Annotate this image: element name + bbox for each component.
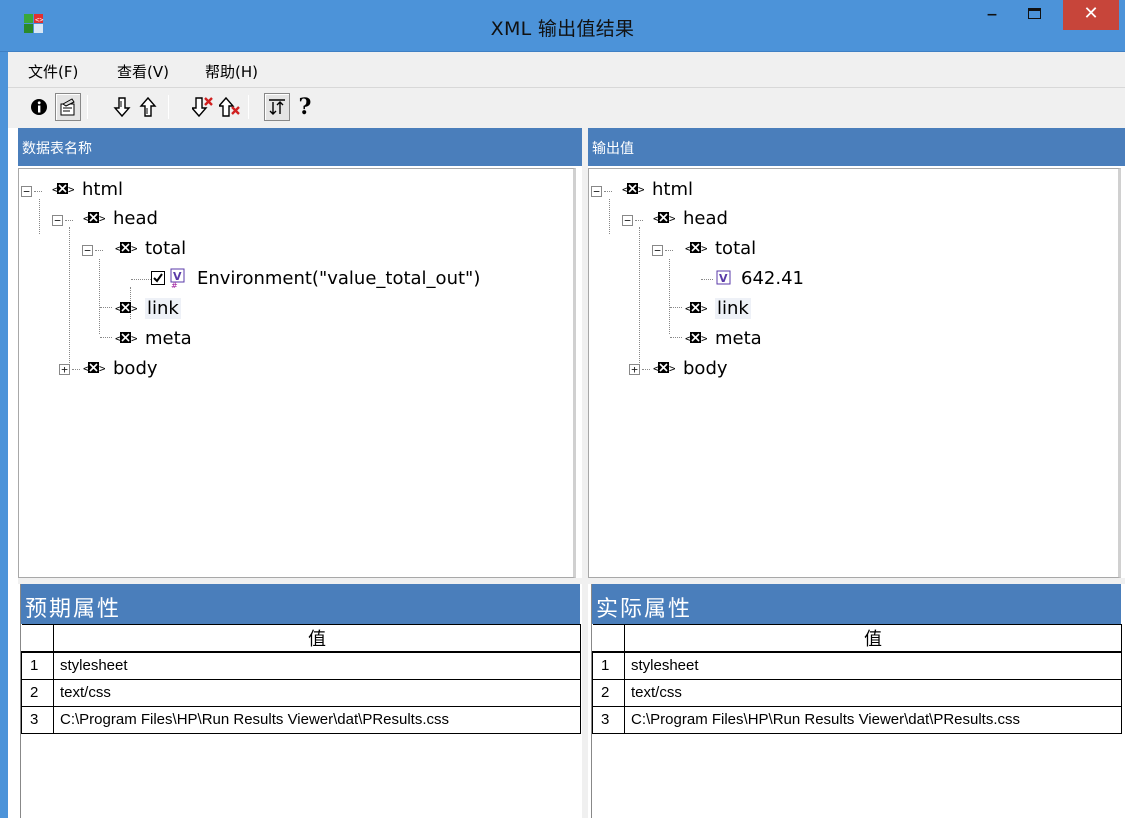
minimize-button[interactable]: – bbox=[975, 4, 1009, 30]
column-header-value[interactable]: 值 bbox=[624, 624, 1122, 653]
left-panel-header: 数据表名称 bbox=[18, 128, 582, 166]
right-tree-panel: 输出值 − < > html − < > head − < > total V 642… bbox=[588, 128, 1125, 578]
table-row[interactable]: 2 text/css bbox=[592, 678, 1122, 707]
title-bar: <> XML 输出值结果 – ✕ bbox=[0, 0, 1125, 52]
collapse-head[interactable]: − bbox=[52, 215, 63, 226]
left-tree-panel: 数据表名称 − <> html − <> head − <> total bbox=[18, 128, 582, 578]
xml-element-icon: < > bbox=[83, 212, 105, 225]
close-button[interactable]: ✕ bbox=[1063, 0, 1119, 30]
expected-properties-table[interactable]: 值 1 stylesheet 2 text/css 3 C:\Program F… bbox=[21, 624, 581, 734]
xml-element-icon: < > bbox=[685, 242, 707, 255]
right-panel-header: 输出值 bbox=[588, 128, 1125, 166]
actual-properties-panel: 实际属性 值 1 stylesheet 2 text/css 3 C:\Prog… bbox=[591, 584, 1122, 818]
help-glyph: ? bbox=[298, 94, 312, 120]
table-row[interactable]: 3 C:\Program Files\HP\Run Results Viewer… bbox=[592, 705, 1122, 734]
expected-properties-panel: 预期属性 值 1 stylesheet 2 text/css 3 C:\Prog… bbox=[20, 584, 581, 818]
svg-text:>: > bbox=[131, 242, 137, 255]
left-tree[interactable]: − < > html − < > head − < > total V # Enviro… bbox=[18, 168, 576, 578]
xml-element-icon: < > bbox=[653, 362, 675, 375]
xml-element-icon: < > bbox=[622, 183, 644, 196]
svg-text:>: > bbox=[99, 362, 105, 375]
menu-help[interactable]: 帮助(H) bbox=[205, 61, 258, 82]
table-row[interactable]: 2 text/css bbox=[21, 678, 581, 707]
collapse-html[interactable]: − bbox=[21, 186, 32, 197]
actual-properties-header: 实际属性 bbox=[592, 584, 1121, 624]
table-row[interactable]: 3 C:\Program Files\HP\Run Results Viewer… bbox=[21, 705, 581, 734]
xml-element-icon: < > bbox=[83, 362, 105, 375]
next-up-icon[interactable] bbox=[135, 93, 161, 121]
checkbox[interactable] bbox=[151, 271, 165, 285]
svg-text:>: > bbox=[131, 332, 137, 345]
svg-text:>: > bbox=[669, 212, 675, 225]
tree-node-head[interactable]: < > head bbox=[83, 205, 158, 231]
svg-text:>: > bbox=[131, 302, 137, 315]
next-down-icon[interactable] bbox=[109, 93, 135, 121]
tree-node-head[interactable]: < > head bbox=[653, 205, 728, 231]
table-row[interactable]: 1 stylesheet bbox=[592, 651, 1122, 680]
tree-node-value[interactable]: V 642.41 bbox=[715, 265, 804, 291]
menu-bar: 文件(F) 查看(V) 帮助(H) bbox=[8, 52, 1125, 88]
xml-element-icon: < > bbox=[52, 183, 74, 196]
menu-view[interactable]: 查看(V) bbox=[117, 61, 169, 82]
window-title: XML 输出值结果 bbox=[490, 18, 635, 40]
xml-element-icon: < > bbox=[115, 242, 137, 255]
collapse-total[interactable]: − bbox=[652, 245, 663, 256]
tree-node-body[interactable]: < > body bbox=[653, 355, 728, 381]
help-icon[interactable]: ? bbox=[292, 93, 318, 121]
maximize-button[interactable] bbox=[1017, 4, 1051, 30]
next-error-up-icon[interactable] bbox=[217, 93, 243, 121]
tree-node-link[interactable]: < > link bbox=[115, 295, 181, 321]
xml-element-icon: < > bbox=[685, 332, 707, 345]
table-row[interactable]: 1 stylesheet bbox=[21, 651, 581, 680]
tree-node-meta[interactable]: < > meta bbox=[685, 325, 762, 351]
tree-node-link[interactable]: < > link bbox=[685, 295, 751, 321]
toolbar: ? bbox=[8, 88, 1125, 128]
collapse-html[interactable]: − bbox=[591, 186, 602, 197]
value-icon: V bbox=[716, 270, 731, 285]
xml-element-icon: < > bbox=[115, 302, 137, 315]
expand-body[interactable]: + bbox=[59, 364, 70, 375]
sort-icon[interactable] bbox=[264, 93, 290, 121]
collapse-head[interactable]: − bbox=[622, 215, 633, 226]
svg-text:>: > bbox=[701, 242, 707, 255]
expand-body[interactable]: + bbox=[629, 364, 640, 375]
right-tree[interactable]: − < > html − < > head − < > total V 642.41 … bbox=[588, 168, 1121, 578]
svg-text:V: V bbox=[719, 272, 728, 285]
next-error-down-icon[interactable] bbox=[190, 93, 216, 121]
window-frame bbox=[0, 52, 8, 818]
vertical-splitter[interactable] bbox=[582, 128, 588, 818]
svg-text:>: > bbox=[701, 302, 707, 315]
tree-node-body[interactable]: < > body bbox=[83, 355, 158, 381]
tree-node-html[interactable]: < > html bbox=[622, 176, 693, 202]
svg-text:>: > bbox=[638, 183, 644, 196]
svg-text:#: # bbox=[171, 281, 178, 288]
expected-properties-header: 预期属性 bbox=[21, 584, 580, 624]
tree-node-total[interactable]: < > total bbox=[685, 235, 756, 261]
value-param-icon: V# bbox=[170, 268, 185, 288]
collapse-total[interactable]: − bbox=[82, 245, 93, 256]
tree-node-meta[interactable]: < > meta bbox=[115, 325, 192, 351]
horizontal-splitter[interactable] bbox=[18, 578, 1125, 584]
info-icon[interactable] bbox=[26, 93, 52, 121]
menu-file[interactable]: 文件(F) bbox=[28, 61, 78, 82]
xml-element-icon: < > bbox=[115, 332, 137, 345]
svg-text:>: > bbox=[701, 332, 707, 345]
xml-element-icon: < > bbox=[685, 302, 707, 315]
properties-icon[interactable] bbox=[55, 93, 81, 121]
xml-element-icon: < > bbox=[653, 212, 675, 225]
tree-node-total[interactable]: < > total bbox=[115, 235, 186, 261]
svg-text:>: > bbox=[99, 212, 105, 225]
svg-text:>: > bbox=[68, 183, 74, 196]
tree-node-html[interactable]: < > html bbox=[52, 176, 123, 202]
svg-text:>: > bbox=[669, 362, 675, 375]
actual-properties-table[interactable]: 值 1 stylesheet 2 text/css 3 C:\Program F… bbox=[592, 624, 1122, 734]
column-header-value[interactable]: 值 bbox=[53, 624, 581, 653]
tree-node-value[interactable]: V # Environment("value_total_out") bbox=[151, 265, 480, 291]
